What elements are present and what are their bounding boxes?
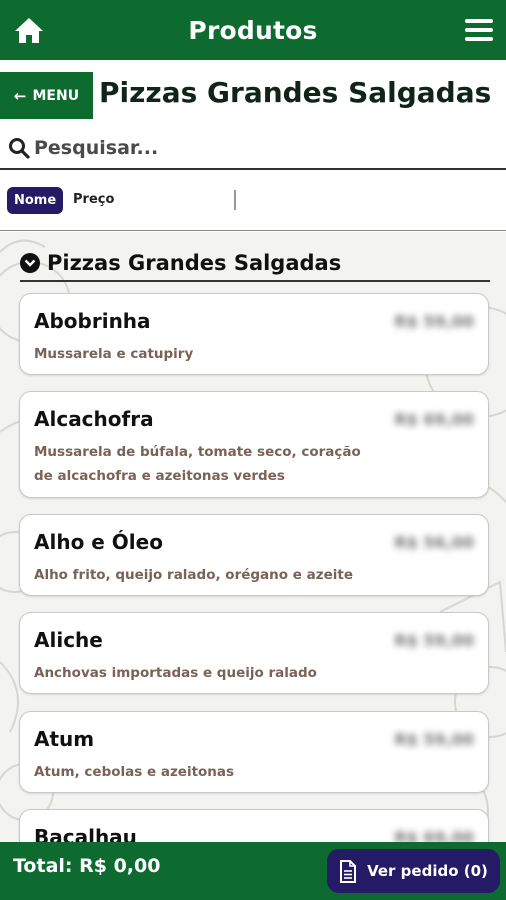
product-name: Alcachofra: [34, 407, 154, 431]
order-footer: Total: R$ 0,00 Ver pedido (0): [0, 842, 506, 900]
arrow-left-icon: ←: [13, 86, 27, 105]
sort-by-price-button[interactable]: Preço: [73, 192, 114, 207]
product-name: Aliche: [34, 628, 103, 652]
order-total: Total: R$ 0,00: [13, 855, 161, 877]
product-card[interactable]: Aliche R$ 59,00 Anchovas importadas e qu…: [19, 612, 489, 694]
menu-button-label: MENU: [32, 87, 80, 104]
page-title: Pizzas Grandes Salgadas: [99, 76, 492, 109]
product-name: Alho e Óleo: [34, 530, 163, 554]
sort-by-name-button[interactable]: Nome: [7, 187, 64, 214]
product-price: R$ 69,00: [394, 410, 474, 429]
product-list[interactable]: Pizzas Grandes Salgadas Abobrinha R$ 59,…: [0, 232, 506, 842]
app-title: Produtos: [188, 15, 318, 45]
search-bar: [0, 128, 506, 170]
category-header: ← MENU Pizzas Grandes Salgadas: [0, 72, 506, 120]
product-card[interactable]: Alcachofra R$ 69,00 Mussarela de búfala,…: [19, 391, 489, 498]
product-price: R$ 59,00: [394, 312, 474, 331]
home-icon[interactable]: [14, 16, 44, 44]
sort-divider: [234, 190, 236, 210]
product-card[interactable]: Alho e Óleo R$ 56,00 Alho frito, queijo …: [19, 514, 489, 596]
section-title: Pizzas Grandes Salgadas: [47, 251, 342, 275]
product-description: Mussarela e catupiry: [34, 346, 194, 362]
product-price: R$ 59,00: [394, 631, 474, 650]
chevron-down-icon: [20, 253, 40, 273]
product-card[interactable]: Abobrinha R$ 59,00 Mussarela e catupiry: [19, 293, 489, 375]
section-header[interactable]: Pizzas Grandes Salgadas: [20, 246, 490, 282]
document-icon: [340, 859, 357, 883]
product-price: R$ 59,00: [394, 730, 474, 749]
view-order-label: Ver pedido (0): [367, 862, 488, 880]
hamburger-menu-icon[interactable]: [465, 19, 493, 43]
product-price: R$ 69,00: [394, 828, 474, 842]
product-name: Bacalhau: [34, 825, 137, 842]
product-name: Atum: [34, 727, 95, 751]
view-order-button[interactable]: Ver pedido (0): [327, 849, 500, 893]
product-card[interactable]: Bacalhau R$ 69,00: [19, 809, 489, 842]
back-to-menu-button[interactable]: ← MENU: [0, 72, 93, 119]
product-description: Alho frito, queijo ralado, orégano e aze…: [34, 567, 353, 583]
product-card[interactable]: Atum R$ 59,00 Atum, cebolas e azeitonas: [19, 711, 489, 793]
product-price: R$ 56,00: [394, 533, 474, 552]
search-icon: [9, 138, 30, 159]
product-description: Mussarela de búfala, tomate seco, coraçã…: [34, 444, 361, 484]
product-description: Atum, cebolas e azeitonas: [34, 764, 235, 780]
product-description: Anchovas importadas e queijo ralado: [34, 665, 317, 681]
product-name: Abobrinha: [34, 309, 151, 333]
sort-options: Nome Preço: [0, 171, 506, 231]
search-input[interactable]: [34, 137, 474, 159]
app-bar: Produtos: [0, 0, 506, 60]
